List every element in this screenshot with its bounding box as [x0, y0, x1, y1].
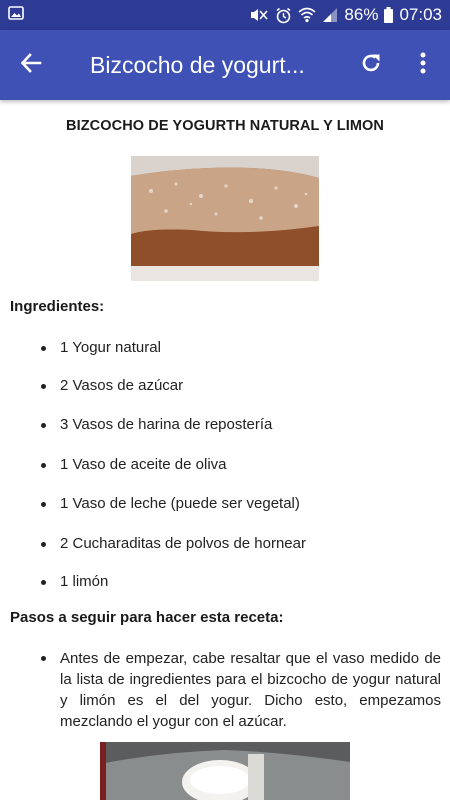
- cake-photo: [131, 156, 319, 281]
- back-button[interactable]: [0, 30, 62, 100]
- step-item: Antes de empezar, cabe resaltar que el v…: [41, 650, 441, 730]
- clock: 07:03: [399, 5, 442, 24]
- recipe-content[interactable]: BIZCOCHO DE YOGURTH NATURAL Y LIMON Ingr…: [0, 100, 450, 800]
- status-bar: 86% 07:03: [0, 0, 450, 30]
- list-item: 2 Vasos de azúcar: [40, 377, 184, 394]
- list-item: 3 Vasos de harina de repostería: [40, 416, 273, 433]
- yogurt-photo: [100, 742, 350, 800]
- ingredients-heading: Ingredientes:: [10, 298, 105, 315]
- recipe-title: BIZCOCHO DE YOGURTH NATURAL Y LIMON: [66, 118, 384, 134]
- page-title: Bizcocho de yogurt...: [90, 51, 305, 78]
- wifi-icon: [298, 7, 316, 23]
- refresh-icon: [359, 51, 383, 80]
- arrow-back-icon: [20, 52, 42, 79]
- alarm-icon: [275, 7, 292, 24]
- list-item: 1 Yogur natural: [41, 339, 161, 356]
- steps-heading: Pasos a seguir para hacer esta receta:: [10, 609, 284, 626]
- list-item: 1 limón: [40, 573, 109, 590]
- mute-icon: [249, 7, 269, 23]
- battery-icon: [384, 7, 394, 23]
- battery-percent: 86%: [344, 5, 379, 24]
- app-bar: Bizcocho de yogurt...: [0, 30, 450, 100]
- more-options-button[interactable]: [404, 30, 442, 100]
- list-item: 2 Cucharaditas de polvos de hornear: [41, 535, 306, 552]
- more-vert-icon: [420, 52, 426, 79]
- gallery-icon: [8, 5, 24, 25]
- signal-icon: [322, 7, 338, 23]
- list-item: 1 Vaso de leche (puede ser vegetal): [41, 495, 300, 512]
- refresh-button[interactable]: [350, 30, 392, 100]
- list-item: 1 Vaso de aceite de oliva: [41, 456, 227, 473]
